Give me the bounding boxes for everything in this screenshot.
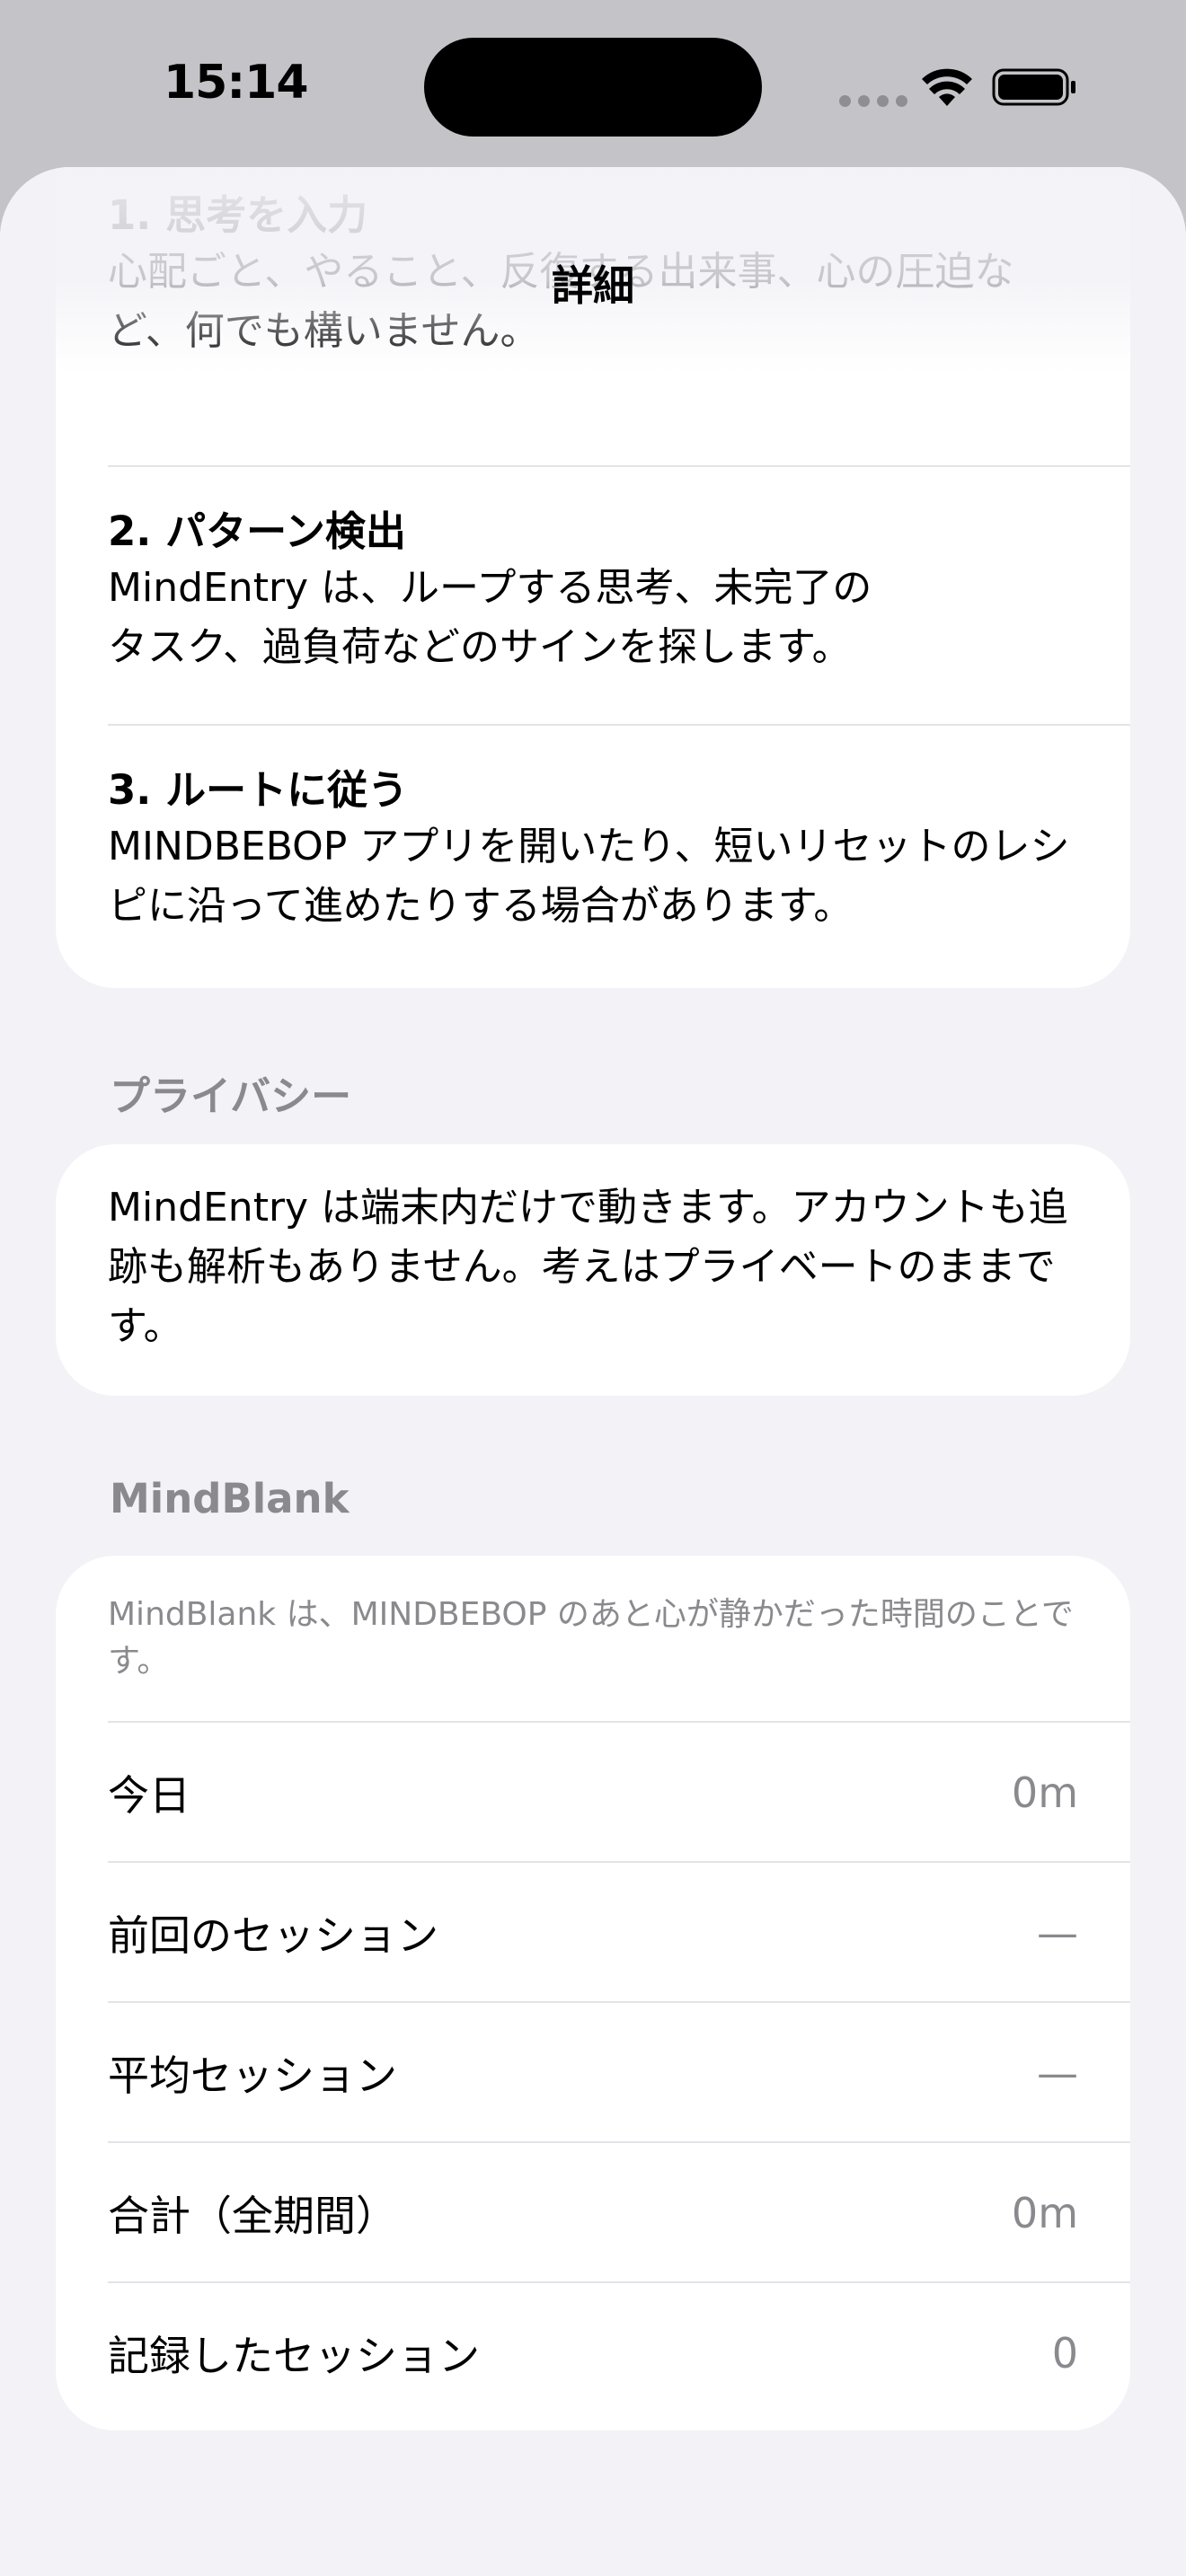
divider [108,724,1130,726]
stat-value: 0m [1011,2189,1078,2237]
step-title: 1. 思考を入力 [108,191,368,239]
mindblank-section-header: MindBlank [110,1475,350,1522]
privacy-section-header: プライバシー [110,1072,352,1120]
wifi-icon [922,68,972,106]
stat-label: 記録したセッション [108,2332,480,2380]
privacy-text: MindEntry は端末内だけで動きます。アカウントも追跡も解析もありません。… [108,1185,1068,1349]
detail-sheet: 詳細 1. 思考を入力 心配ごと、やること、反復する出来事、心の圧迫など、何でも… [0,167,1186,2576]
stat-row-today: 今日 0m [108,1723,1078,1863]
cellular-signal-icon [839,93,915,110]
step-pattern-detection: 2. パターン検出 MindEntry は、ループする思考、未完了の タスク、過… [108,505,1078,677]
privacy-card: MindEntry は端末内だけで動きます。アカウントも追跡も解析もありません。… [56,1144,1130,1396]
stat-label: 今日 [108,1771,190,1820]
stat-label: 前回のセッション [108,1911,438,1960]
status-bar: 15:14 [0,0,1186,171]
step-body: MindEntry は、ループする思考、未完了の タスク、過負荷などのサインを探… [108,565,872,670]
battery-icon [992,68,1075,106]
stat-row-sessions-recorded: 記録したセッション 0 [108,2283,1078,2423]
step-title: 3. ルートに従う [108,766,409,814]
divider [108,465,1130,467]
step-title: 2. パターン検出 [108,507,406,555]
stat-value: — [1037,2049,1078,2097]
stat-value: 0 [1051,2329,1078,2378]
status-time: 15:14 [164,56,309,110]
stat-value: 0m [1011,1769,1078,1817]
stat-row-last-session: 前回のセッション — [108,1863,1078,2003]
step-follow-route: 3. ルートに従う MINDBEBOP アプリを開いたり、短いリセットのレシピに… [108,763,1078,936]
stat-row-average-session: 平均セッション — [108,2003,1078,2143]
stat-value: — [1037,1909,1078,1957]
step-body: MINDBEBOP アプリを開いたり、短いリセットのレシピに沿って進めたりする場… [108,824,1070,929]
stat-row-total: 合計（全期間） 0m [108,2143,1078,2283]
mindblank-card: MindBlank は、MINDBEBOP のあと心が静かだった時間のことです。… [56,1556,1130,2430]
stat-label: 平均セッション [108,2051,397,2100]
stat-label: 合計（全期間） [108,2192,397,2240]
dynamic-island [424,38,762,137]
sheet-title: 詳細 [552,261,634,310]
mindblank-description: MindBlank は、MINDBEBOP のあと心が静かだった時間のことです。 [108,1596,1074,1680]
